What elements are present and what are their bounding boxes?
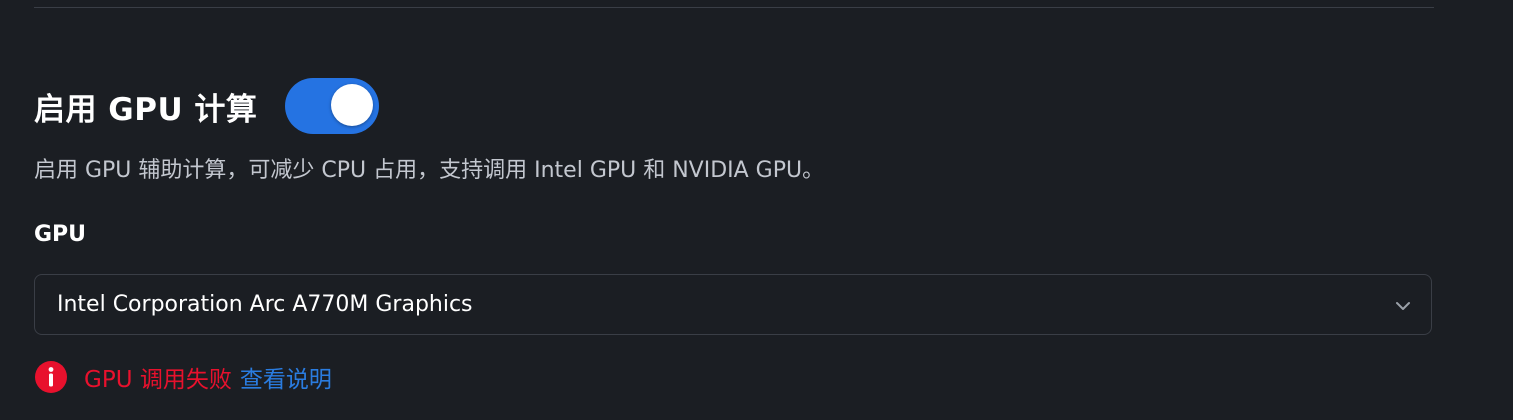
gpu-settings-panel: 启用 GPU 计算 启用 GPU 辅助计算，可减少 CPU 占用，支持调用 In…: [0, 0, 1513, 420]
gpu-compute-header: 启用 GPU 计算: [34, 78, 380, 134]
toggle-knob: [331, 84, 374, 126]
gpu-compute-toggle[interactable]: [285, 78, 380, 134]
gpu-compute-title: 启用 GPU 计算: [34, 91, 258, 128]
info-circle-icon: [35, 361, 67, 393]
gpu-select-value: Intel Corporation Arc A770M Graphics: [57, 292, 473, 317]
gpu-compute-description: 启用 GPU 辅助计算，可减少 CPU 占用，支持调用 Intel GPU 和 …: [34, 158, 825, 183]
gpu-select-dropdown[interactable]: Intel Corporation Arc A770M Graphics: [34, 274, 1432, 335]
gpu-error-row: GPU 调用失败 查看说明: [34, 360, 332, 394]
gpu-error-message: GPU 调用失败: [84, 367, 232, 393]
gpu-select-label: GPU: [34, 222, 87, 247]
section-divider: [34, 7, 1434, 8]
chevron-down-icon: [1396, 302, 1410, 310]
view-instructions-link[interactable]: 查看说明: [240, 360, 332, 394]
